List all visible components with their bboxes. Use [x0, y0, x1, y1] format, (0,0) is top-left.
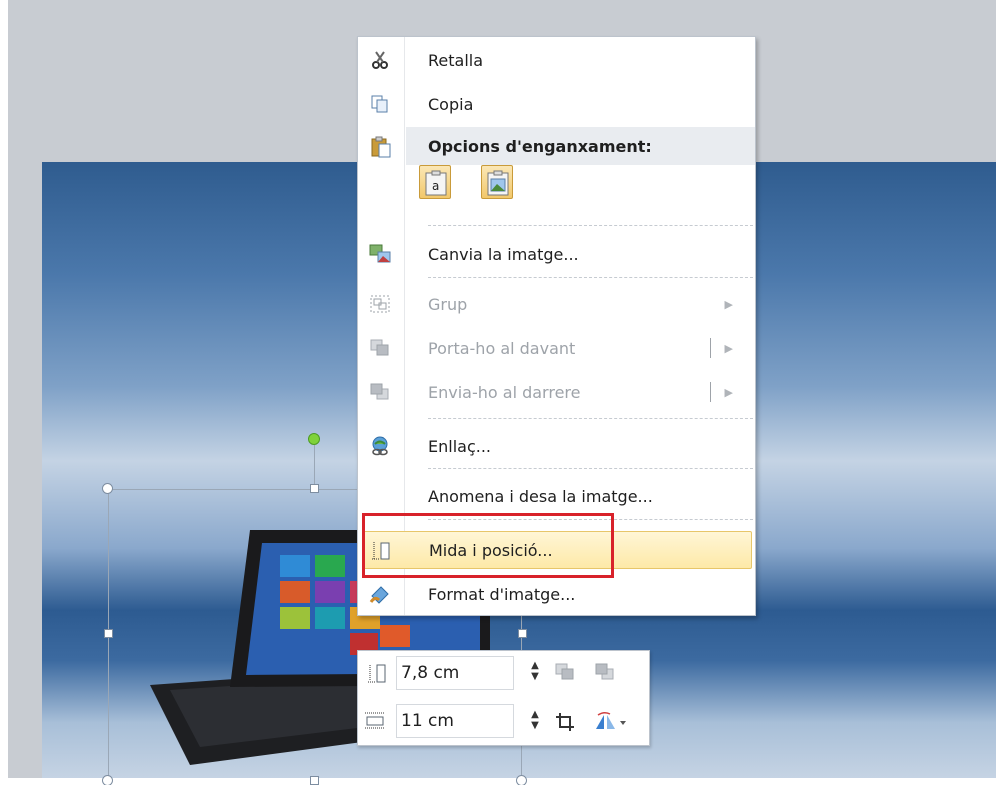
- width-spinner[interactable]: ▲ ▼: [528, 709, 542, 735]
- menu-item-save-as-picture[interactable]: Anomena i desa la imatge...: [358, 477, 755, 515]
- menu-item-label: Opcions d'enganxament:: [428, 136, 652, 156]
- mini-toolbar: 7,8 cm ▲ ▼ 11 cm ▲ ▼: [357, 650, 650, 746]
- menu-item-send-backward[interactable]: Envia-ho al darrere ▶: [358, 373, 755, 411]
- menu-item-label: Porta-ho al davant: [428, 338, 576, 358]
- resize-handle-left[interactable]: [104, 629, 113, 638]
- submenu-arrow-icon: ▶: [724, 385, 733, 399]
- format-picture-icon: [369, 586, 389, 604]
- paste-keep-text-only-button[interactable]: a: [419, 165, 451, 199]
- menu-item-label: Retalla: [428, 50, 484, 70]
- menu-item-cut[interactable]: Retalla: [358, 41, 755, 79]
- menu-item-label: Format d'imatge...: [428, 584, 576, 604]
- resize-handle-bottom-right[interactable]: [516, 775, 527, 785]
- menu-item-label: Envia-ho al darrere: [428, 382, 581, 402]
- width-input[interactable]: 11 cm: [396, 704, 514, 738]
- menu-item-group[interactable]: Grup ▶: [358, 285, 755, 323]
- menu-separator: [428, 418, 753, 419]
- bring-forward-icon[interactable]: [554, 661, 576, 683]
- menu-item-bring-forward[interactable]: Porta-ho al davant ▶: [358, 329, 755, 367]
- submenu-arrow-icon: ▶: [724, 297, 733, 311]
- resize-handle-right[interactable]: [518, 629, 527, 638]
- resize-handle-top[interactable]: [310, 484, 319, 493]
- height-icon: [368, 664, 386, 683]
- resize-handle-top-left[interactable]: [102, 483, 113, 494]
- group-icon: [370, 295, 390, 313]
- hyperlink-icon: [372, 436, 388, 456]
- menu-separator: [428, 468, 753, 469]
- change-picture-icon: [369, 244, 391, 263]
- menu-item-hyperlink[interactable]: Enllaç...: [358, 427, 755, 465]
- menu-item-label: Grup: [428, 294, 468, 314]
- bring-forward-icon: [370, 339, 389, 356]
- menu-separator: [428, 225, 753, 226]
- menu-item-format-picture[interactable]: Format d'imatge...: [358, 575, 755, 613]
- menu-item-label: Canvia la imatge...: [428, 244, 579, 264]
- menu-item-label: Enllaç...: [428, 436, 491, 456]
- scissors-icon: [372, 51, 388, 69]
- copy-icon: [371, 95, 388, 113]
- keep-text-only-icon: a: [425, 170, 447, 196]
- menu-item-label: Copia: [428, 94, 474, 114]
- crop-icon[interactable]: [554, 711, 576, 733]
- menu-item-label: Anomena i desa la imatge...: [428, 486, 653, 506]
- width-icon: [365, 712, 384, 729]
- paste-picture-button[interactable]: [481, 165, 513, 199]
- menu-item-change-picture[interactable]: Canvia la imatge...: [358, 235, 755, 273]
- send-backward-icon: [370, 383, 389, 400]
- highlight-box: [362, 513, 614, 578]
- rotation-handle[interactable]: [308, 433, 320, 445]
- svg-text:a: a: [432, 179, 439, 193]
- send-backward-icon[interactable]: [594, 661, 616, 683]
- rotate-icon[interactable]: [594, 711, 628, 733]
- rotation-connector: [314, 445, 315, 489]
- menu-separator: [428, 277, 753, 278]
- split-divider: [710, 382, 711, 402]
- height-input[interactable]: 7,8 cm: [396, 656, 514, 690]
- submenu-arrow-icon: ▶: [724, 341, 733, 355]
- menu-item-copy[interactable]: Copia: [358, 85, 755, 123]
- split-divider: [710, 338, 711, 358]
- resize-handle-bottom[interactable]: [310, 776, 319, 785]
- resize-handle-bottom-left[interactable]: [102, 775, 113, 785]
- picture-icon: [487, 170, 509, 196]
- height-spinner[interactable]: ▲ ▼: [528, 660, 542, 686]
- paste-icon: [371, 136, 391, 158]
- menu-paste-options-header: Opcions d'enganxament:: [406, 127, 755, 165]
